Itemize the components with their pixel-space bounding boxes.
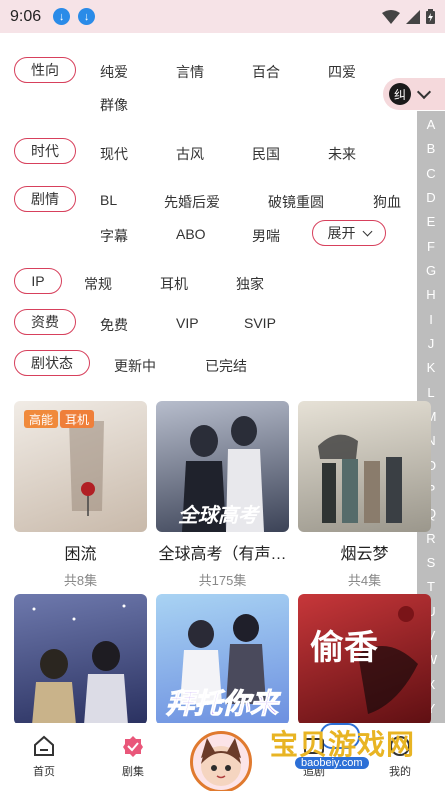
option-male-voice[interactable]: 男喘 [252, 226, 280, 246]
chevron-down-icon [362, 226, 372, 236]
filter-label-era[interactable]: 时代 [14, 138, 76, 164]
cover-title-text: 全球高考 [178, 505, 258, 527]
option-updating[interactable]: 更新中 [114, 356, 156, 376]
drama-cover: 全球高考 [156, 401, 289, 532]
drama-cover: 偷香 [298, 594, 431, 725]
status-time: 9:06 [10, 7, 42, 25]
drama-badge-icon [123, 736, 143, 757]
option-republic[interactable]: 民国 [252, 144, 280, 164]
filter-label-plot[interactable]: 剧情 [14, 186, 76, 212]
drama-title: 烟云梦 [340, 546, 389, 563]
alphabet-letter[interactable]: F [427, 237, 435, 257]
option-headphones[interactable]: 耳机 [160, 274, 188, 294]
alphabet-letter[interactable]: I [429, 310, 433, 330]
wifi-icon [382, 9, 400, 24]
drama-cover [14, 594, 147, 725]
option-free[interactable]: 免费 [100, 315, 128, 335]
home-icon [34, 735, 54, 756]
option-regular[interactable]: 常规 [84, 274, 112, 294]
alphabet-letter[interactable]: E [427, 212, 436, 232]
download-icon-2: ↓ [78, 8, 96, 25]
option-completed[interactable]: 已完结 [205, 356, 247, 376]
alphabet-letter[interactable]: G [426, 261, 436, 281]
drama-cover [298, 401, 431, 532]
option-abo[interactable]: ABO [176, 226, 206, 242]
drama-card[interactable]: 全球高考 全球高考（有声… 共175集 [156, 401, 289, 589]
drama-title: 困流 [64, 546, 97, 563]
option-svip[interactable]: SVIP [244, 315, 276, 331]
drama-cover: 拜托你来 [156, 594, 289, 725]
filter-label-fee[interactable]: 资费 [14, 309, 76, 335]
option-marriage-first[interactable]: 先婚后爱 [164, 192, 220, 212]
category-switch-button[interactable]: 纠 [383, 78, 445, 110]
chevron-down-icon [416, 84, 432, 99]
option-yuri[interactable]: 百合 [252, 62, 280, 82]
option-modern[interactable]: 现代 [100, 144, 128, 164]
cover-title-text: 偷香 [310, 629, 378, 667]
option-subtitles[interactable]: 字幕 [100, 226, 128, 246]
battery-icon [426, 9, 435, 24]
bottom-nav: 首页 剧集 追剧 我的 宝贝游戏网 baobeiy.com [0, 723, 445, 791]
alphabet-letter[interactable]: H [426, 285, 435, 305]
option-future[interactable]: 未来 [328, 144, 356, 164]
alphabet-letter[interactable]: C [426, 164, 435, 184]
filter-label-ip[interactable]: IP [14, 268, 62, 294]
option-reunion[interactable]: 破镜重圆 [268, 192, 324, 212]
option-bl[interactable]: BL [100, 192, 117, 208]
drama-card[interactable]: 高能 耳机 困流 共8集 [14, 401, 147, 589]
drama-title: 全球高考（有声… [158, 546, 287, 563]
alphabet-letter[interactable]: K [427, 358, 436, 378]
episode-count: 共8集 [63, 573, 98, 588]
option-vip[interactable]: VIP [176, 315, 199, 331]
option-ensemble[interactable]: 群像 [100, 95, 128, 115]
episode-count: 共4集 [347, 573, 382, 588]
drama-card[interactable] [14, 594, 147, 725]
nav-mine-label: 我的 [389, 766, 411, 778]
option-romance[interactable]: 言情 [176, 62, 204, 82]
drama-cover: 高能 耳机 [14, 401, 147, 532]
signal-icon [406, 9, 420, 24]
alphabet-letter[interactable]: J [428, 334, 435, 354]
cover-title-text: 拜托你来 [165, 688, 279, 720]
filter-label-status[interactable]: 剧状态 [14, 350, 90, 376]
tag-headphones: 耳机 [60, 410, 95, 428]
alphabet-letter[interactable]: B [427, 139, 436, 159]
episode-count: 共175集 [198, 573, 247, 588]
download-icon: ↓ [53, 8, 71, 25]
switch-glyph-icon: 纠 [389, 83, 411, 105]
option-melodrama[interactable]: 狗血 [373, 192, 401, 212]
option-exclusive[interactable]: 独家 [236, 274, 264, 294]
filter-label-orientation[interactable]: 性向 [14, 57, 76, 83]
expand-button[interactable]: 展开 [312, 220, 386, 246]
alphabet-letter[interactable]: A [427, 115, 436, 135]
option-four-love[interactable]: 四爱 [328, 62, 356, 82]
option-ancient[interactable]: 古风 [176, 144, 204, 164]
watermark-url: baobeiy.com [295, 757, 369, 769]
tag-high-energy: 高能 [24, 410, 59, 428]
nav-drama-label: 剧集 [122, 766, 144, 778]
nav-drama[interactable]: 剧集 [103, 735, 163, 779]
nav-home[interactable]: 首页 [14, 735, 74, 779]
alphabet-letter[interactable]: L [427, 383, 434, 403]
status-bar: 9:06 ↓ ↓ [0, 0, 445, 33]
drama-card[interactable]: 拜托你来 [156, 594, 289, 725]
drama-card[interactable]: 偷香 [298, 594, 431, 725]
center-avatar-button[interactable] [190, 731, 252, 791]
nav-home-label: 首页 [33, 766, 55, 778]
alphabet-letter[interactable]: D [426, 188, 435, 208]
option-pure-love[interactable]: 纯爱 [100, 62, 128, 82]
drama-card[interactable]: 烟云梦 共4集 [298, 401, 431, 589]
